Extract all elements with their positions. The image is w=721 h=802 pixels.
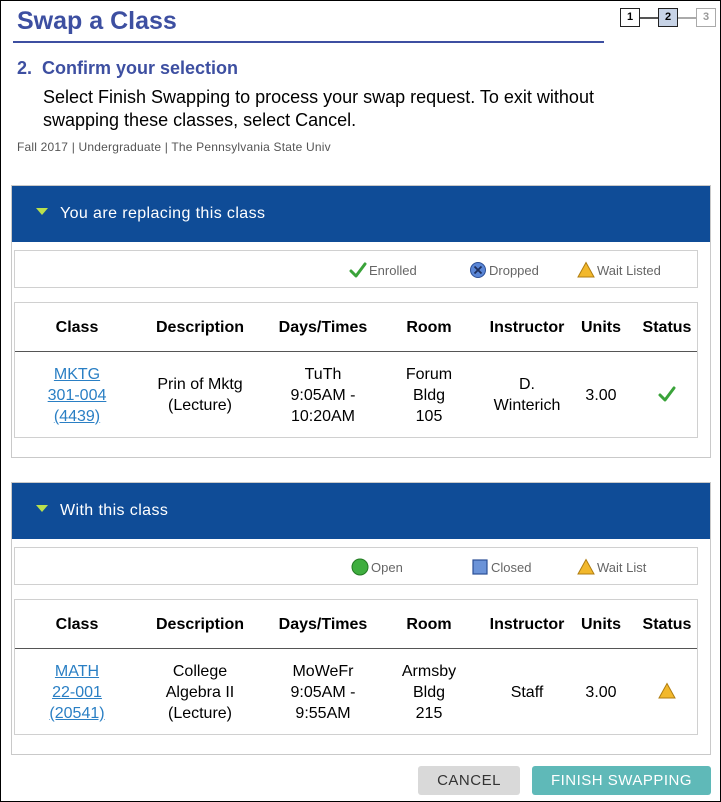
room-line: Armsby [401,663,457,680]
class-subject[interactable]: MKTG [54,366,100,383]
step-3: 3 [696,8,716,27]
section-header-label: With this class [60,502,169,519]
section-header-label: You are replacing this class [60,205,266,222]
days-line: 9:05AM - [290,387,356,404]
header-divider [15,351,697,352]
instructions-text: Select Finish Swapping to process your s… [43,87,594,130]
class-description: College Algebra II (Lecture) [131,661,269,724]
legend-label: Enrolled [369,263,417,278]
class-room: Armsby Bldg 215 [377,661,481,724]
legend-label: Wait Listed [597,263,661,278]
class-table: Class Description Days/Times Room Instru… [14,599,698,735]
column-header-instructor: Instructor [489,319,565,336]
collapse-triangle-icon[interactable] [36,208,48,215]
dropped-x-icon [470,262,486,278]
column-header-class: Class [55,616,99,633]
room-line: Bldg [412,387,446,404]
instructor-line: D. [519,376,535,393]
with-section-header[interactable]: With this class [12,483,710,539]
step-connector [640,17,658,19]
page-title: Swap a Class [17,7,177,35]
room-line: Bldg [412,684,446,701]
column-header-room: Room [406,319,452,336]
class-days-times: TuTh 9:05AM - 10:20AM [269,364,377,427]
wait-list-triangle-icon [577,558,595,575]
legend-label: Dropped [489,263,539,278]
status-legend: Enrolled Dropped Wait Listed [14,250,698,288]
room-line: Forum [405,366,453,383]
class-number[interactable]: (20541) [49,705,104,722]
finish-swapping-button[interactable]: FINISH SWAPPING [532,766,711,795]
class-subject[interactable]: MATH [55,663,99,680]
class-link[interactable]: MATH 22-001 (20541) [29,661,125,724]
legend-label: Open [371,560,403,575]
days-line: 10:20AM [290,408,356,425]
header-divider [15,648,697,649]
step-indicator: 1 2 3 [620,8,718,28]
open-circle-icon [351,558,369,576]
column-header-room: Room [406,616,452,633]
enrolled-check-icon [658,386,676,402]
wait-list-triangle-icon [658,682,676,699]
column-header-description: Description [155,319,244,336]
replacing-section-header[interactable]: You are replacing this class [12,186,710,242]
class-description: Prin of Mktg (Lecture) [131,374,269,416]
wait-list-triangle-icon [577,261,595,278]
days-line: MoWeFr [292,663,354,680]
step-1: 1 [620,8,640,27]
closed-square-icon [472,559,488,575]
description-line: Prin of Mktg [157,376,243,393]
term-info: Fall 2017 | Undergraduate | The Pennsylv… [17,140,331,154]
column-header-description: Description [155,616,244,633]
step-heading: 2. Confirm your selection [17,58,239,78]
description-line: (Lecture) [167,705,233,722]
column-header-days-times: Days/Times [278,319,368,336]
enrolled-check-icon [349,262,367,278]
days-line: 9:55AM [295,705,351,722]
description-line: College [172,663,228,680]
step-connector [678,17,696,19]
legend-label: Wait List [597,560,647,575]
class-units: 3.00 [585,684,617,701]
class-instructor: Staff [477,682,577,703]
swap-class-dialog: Swap a Class 1 2 3 2. Confirm your selec… [0,0,721,802]
class-number[interactable]: (4439) [54,408,100,425]
column-header-units: Units [581,616,621,633]
column-header-instructor: Instructor [489,616,565,633]
class-units: 3.00 [585,387,617,404]
days-line: TuTh [304,366,342,383]
column-header-status: Status [642,616,692,633]
replacing-class-section: You are replacing this class Enrolled Dr… [11,185,711,458]
collapse-triangle-icon[interactable] [36,505,48,512]
instructor-line: Staff [510,684,544,701]
class-section[interactable]: 22-001 [52,684,102,701]
room-line: 105 [415,408,443,425]
title-divider [13,41,604,43]
days-line: 9:05AM - [290,684,356,701]
class-status [633,682,701,706]
description-line: Algebra II [165,684,235,701]
legend-label: Closed [491,560,532,575]
class-section[interactable]: 301-004 [48,387,107,404]
column-header-days-times: Days/Times [278,616,368,633]
class-room: Forum Bldg 105 [377,364,481,427]
with-class-section: With this class Open Closed Wait List Cl… [11,482,711,755]
description-line: (Lecture) [167,397,233,414]
column-header-units: Units [581,319,621,336]
instructor-line: Winterich [493,397,561,414]
room-line: 215 [415,705,443,722]
column-header-class: Class [55,319,99,336]
step-2-current: 2 [658,8,678,27]
class-table: Class Description Days/Times Room Instru… [14,302,698,438]
class-status [633,385,701,409]
column-header-status: Status [642,319,692,336]
status-legend: Open Closed Wait List [14,547,698,585]
cancel-button[interactable]: CANCEL [418,766,520,795]
class-instructor: D. Winterich [477,374,577,416]
class-days-times: MoWeFr 9:05AM - 9:55AM [269,661,377,724]
class-link[interactable]: MKTG 301-004 (4439) [29,364,125,427]
